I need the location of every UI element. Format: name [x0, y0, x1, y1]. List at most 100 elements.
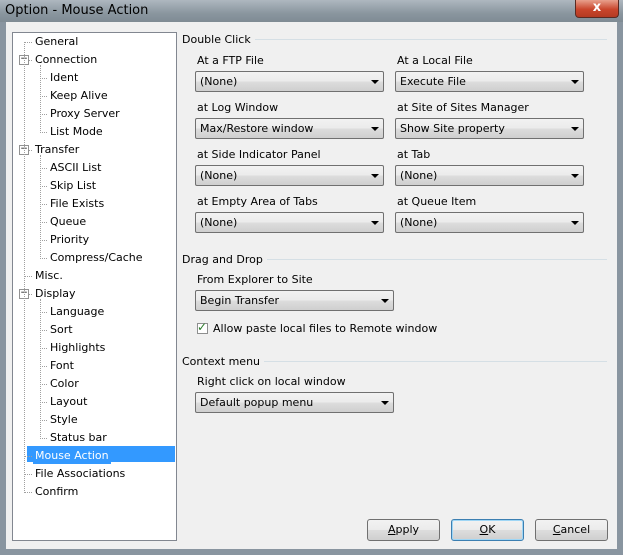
right-click-value: Default popup menu — [200, 396, 314, 409]
tree-item-font[interactable]: Font — [48, 358, 76, 374]
chevron-down-icon — [371, 174, 379, 178]
tree-connector — [24, 276, 32, 277]
window-frame-bottom — [0, 549, 623, 555]
window-frame-right — [617, 22, 623, 549]
chevron-down-icon — [571, 80, 579, 84]
tree-item-label: Style — [50, 413, 78, 426]
ok-label-post: K — [488, 523, 496, 536]
tab-value: (None) — [400, 169, 438, 182]
chevron-down-icon — [571, 221, 579, 225]
explorer-to-site-value: Begin Transfer — [200, 294, 280, 307]
tree-item-skip-list[interactable]: Skip List — [48, 178, 98, 194]
side-indicator-label: at Side Indicator Panel — [197, 148, 321, 161]
chevron-down-icon — [371, 127, 379, 131]
tree-item-label: Sort — [50, 323, 73, 336]
tree-item-connection[interactable]: Connection — [33, 52, 99, 68]
tree-item-misc[interactable]: Misc. — [33, 268, 65, 284]
tree-item-sort[interactable]: Sort — [48, 322, 75, 338]
local-file-label: At a Local File — [397, 54, 473, 67]
cancel-label-post: ancel — [560, 523, 591, 536]
queue-item-combo[interactable]: (None) — [395, 212, 584, 233]
option-window: Option - Mouse Action x General Connectio… — [0, 0, 623, 555]
tree-item-general[interactable]: General — [33, 34, 80, 50]
right-click-combo[interactable]: Default popup menu — [195, 392, 394, 413]
close-icon: x — [592, 0, 602, 15]
tree-item-label: Queue — [50, 215, 87, 228]
tree-branch-line — [40, 299, 41, 439]
checkmark-icon: ✓ — [197, 320, 208, 334]
tree-item-label: List Mode — [50, 125, 103, 138]
tree-connector — [40, 168, 47, 169]
tree-item-label: Font — [50, 359, 74, 372]
tab-label: at Tab — [397, 148, 431, 161]
cancel-mnemonic: C — [552, 523, 561, 536]
tab-combo[interactable]: (None) — [395, 165, 584, 186]
chevron-down-icon — [571, 174, 579, 178]
tree-item-file-exists[interactable]: File Exists — [48, 196, 106, 212]
tree-item-label: Skip List — [50, 179, 97, 192]
tree-connector — [40, 204, 47, 205]
allow-paste-checkbox[interactable]: ✓ — [197, 320, 208, 334]
tree-item-keep-alive[interactable]: Keep Alive — [48, 88, 110, 104]
ok-button[interactable]: OK — [451, 519, 524, 541]
tree-connector — [40, 186, 47, 187]
apply-mnemonic: A — [387, 523, 396, 536]
tree-item-label: ASCII List — [50, 161, 102, 174]
tree-item-ident[interactable]: Ident — [48, 70, 80, 86]
tree-connector — [40, 258, 47, 259]
tree-item-style[interactable]: Style — [48, 412, 80, 428]
tree-item-label: Misc. — [35, 269, 63, 282]
tree-connector — [40, 330, 47, 331]
chevron-down-icon — [381, 299, 389, 303]
tree-item-label: Priority — [50, 233, 90, 246]
tree-connector — [40, 438, 47, 439]
site-manager-value: Show Site property — [400, 122, 505, 135]
tree-connector — [24, 456, 32, 457]
allow-paste-label[interactable]: Allow paste local files to Remote window — [213, 322, 437, 335]
log-window-label: at Log Window — [197, 101, 279, 114]
tree-item-label: General — [35, 35, 79, 48]
tree-item-label: Keep Alive — [50, 89, 108, 102]
right-click-label: Right click on local window — [197, 375, 346, 388]
close-button[interactable]: x — [575, 0, 619, 18]
apply-button[interactable]: Apply — [367, 519, 440, 541]
double-click-title: Double Click — [182, 33, 255, 46]
tree-item-queue[interactable]: Queue — [48, 214, 88, 230]
options-tree[interactable]: General Connection − Ident Keep Alive Proxy S… — [12, 32, 177, 541]
tree-item-label: Proxy Server — [50, 107, 120, 120]
tree-item-file-associations[interactable]: File Associations — [33, 466, 127, 482]
tree-connector — [24, 42, 32, 43]
tree-item-compress-cache[interactable]: Compress/Cache — [48, 250, 145, 266]
tree-item-highlights[interactable]: Highlights — [48, 340, 107, 356]
empty-tabs-value: (None) — [200, 216, 238, 229]
tree-connector — [40, 420, 47, 421]
tree-connector — [40, 348, 47, 349]
local-file-combo[interactable]: Execute File — [395, 71, 584, 92]
log-window-combo[interactable]: Max/Restore window — [195, 118, 384, 139]
tree-item-ascii-list[interactable]: ASCII List — [48, 160, 103, 176]
tree-item-priority[interactable]: Priority — [48, 232, 91, 248]
tree-item-mouse-action[interactable]: Mouse Action — [33, 448, 111, 464]
explorer-to-site-combo[interactable]: Begin Transfer — [195, 290, 394, 311]
empty-tabs-combo[interactable]: (None) — [195, 212, 384, 233]
chevron-down-icon — [371, 221, 379, 225]
tree-item-confirm[interactable]: Confirm — [33, 484, 80, 500]
tree-item-status-bar[interactable]: Status bar — [48, 430, 109, 446]
tree-connector — [24, 492, 32, 493]
apply-label-post: pply — [395, 523, 420, 536]
cancel-button[interactable]: Cancel — [535, 519, 608, 541]
tree-item-list-mode[interactable]: List Mode — [48, 124, 105, 140]
tree-item-color[interactable]: Color — [48, 376, 81, 392]
tree-item-proxy-server[interactable]: Proxy Server — [48, 106, 122, 122]
tree-item-language[interactable]: Language — [48, 304, 106, 320]
site-manager-combo[interactable]: Show Site property — [395, 118, 584, 139]
tree-connector — [40, 312, 47, 313]
queue-item-label: at Queue Item — [397, 195, 477, 208]
tree-branch-line — [40, 155, 41, 259]
side-indicator-combo[interactable]: (None) — [195, 165, 384, 186]
tree-item-layout[interactable]: Layout — [48, 394, 89, 410]
tree-branch-line — [40, 65, 41, 133]
title-bar[interactable]: Option - Mouse Action x — [0, 0, 623, 22]
chevron-down-icon — [571, 127, 579, 131]
ftp-file-combo[interactable]: (None) — [195, 71, 384, 92]
